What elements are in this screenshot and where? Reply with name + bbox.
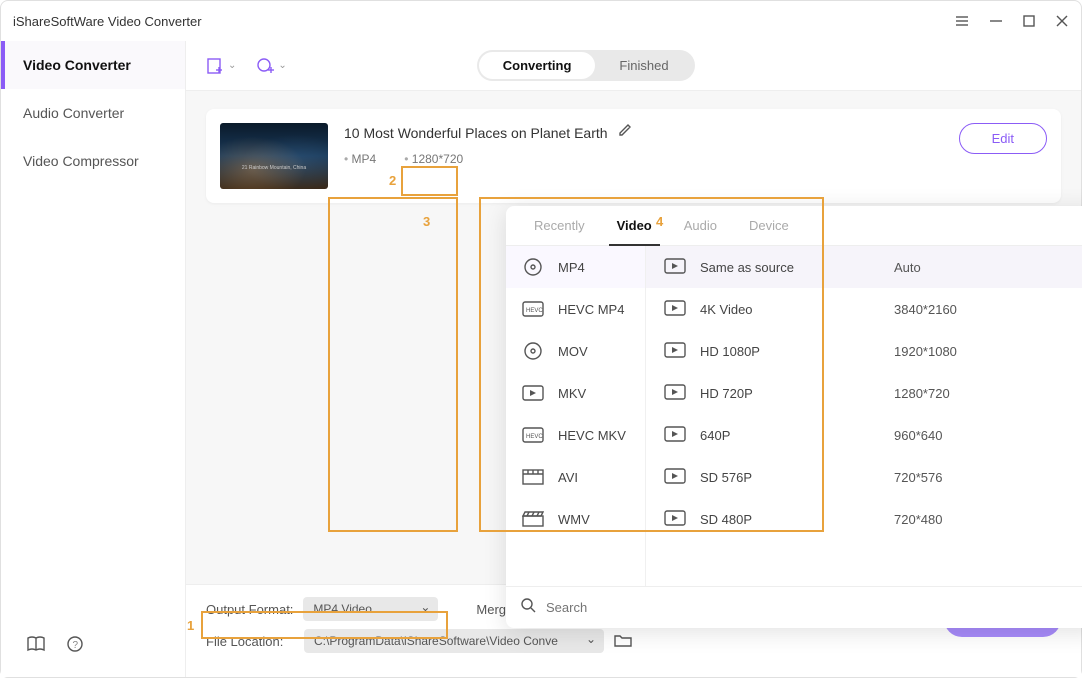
tab-audio[interactable]: Audio [668, 206, 733, 245]
add-url-button[interactable]: ⌄ [256, 57, 286, 75]
toolbar: ⌄ ⌄ Converting Finished [186, 41, 1081, 91]
file-resolution: 1280*720 [404, 152, 463, 166]
chevron-down-icon: ⌄ [228, 60, 236, 71]
sidebar-item-label: Video Compressor [23, 153, 139, 169]
format-item-hevc-mp4[interactable]: HEVCHEVC MP4 [506, 288, 645, 330]
hevc-icon: HEVC [522, 300, 544, 318]
search-input[interactable] [546, 600, 1082, 615]
tab-device[interactable]: Device [733, 206, 805, 245]
chevron-down-icon: ⌄ [278, 60, 286, 71]
close-icon[interactable] [1055, 14, 1069, 28]
callout-num-4: 4 [656, 214, 663, 229]
clapper-icon [522, 510, 544, 528]
sidebar-item-label: Video Converter [23, 57, 131, 73]
callout-num-2: 2 [389, 173, 396, 188]
file-title: 10 Most Wonderful Places on Planet Earth [344, 125, 608, 141]
svg-text:?: ? [73, 640, 79, 651]
format-list[interactable]: MP4 HEVCHEVC MP4 MOV MKV HEVCHEVC MKV AV… [506, 246, 646, 586]
format-search [506, 586, 1082, 628]
sidebar-item-audio-converter[interactable]: Audio Converter [1, 89, 185, 137]
sidebar: Video Converter Audio Converter Video Co… [1, 41, 186, 677]
rename-icon[interactable] [618, 123, 632, 142]
window-controls [955, 14, 1069, 28]
status-segmented: Converting Finished [477, 50, 695, 81]
book-icon[interactable] [27, 636, 45, 657]
hevc-icon: HEVC [522, 426, 544, 444]
video-icon [664, 300, 686, 318]
minimize-icon[interactable] [989, 14, 1003, 28]
video-icon [522, 384, 544, 402]
search-icon [520, 597, 536, 618]
output-format-label: Output Format: [206, 602, 293, 617]
svg-text:HEVC: HEVC [526, 434, 543, 440]
footer-icons: ? [27, 636, 83, 657]
resolution-item[interactable]: HD 720P1280*720 [646, 372, 1082, 414]
disc-icon [522, 342, 544, 360]
format-tabs: Recently Video Audio Device [506, 206, 1082, 246]
format-item-mov[interactable]: MOV [506, 330, 645, 372]
format-item-mp4[interactable]: MP4 [506, 246, 645, 288]
video-icon [664, 258, 686, 276]
format-item-wmv[interactable]: WMV [506, 498, 645, 540]
video-icon [664, 468, 686, 486]
tab-recently[interactable]: Recently [518, 206, 601, 245]
file-card: 21 Rainbow Mountain, China 10 Most Wonde… [206, 109, 1061, 203]
callout-num-3: 3 [423, 214, 430, 229]
app-title: iShareSoftWare Video Converter [13, 14, 202, 29]
file-info: 10 Most Wonderful Places on Planet Earth… [344, 123, 943, 166]
sidebar-item-video-converter[interactable]: Video Converter [1, 41, 185, 89]
file-location-select[interactable]: C:\ProgramData\iShareSoftware\Video Conv… [304, 629, 604, 653]
format-item-mkv[interactable]: MKV [506, 372, 645, 414]
format-item-avi[interactable]: AVI [506, 456, 645, 498]
resolution-item[interactable]: 640P960*640 [646, 414, 1082, 456]
edit-button[interactable]: Edit [959, 123, 1047, 154]
film-icon [522, 468, 544, 486]
video-icon [664, 510, 686, 528]
disc-icon [522, 258, 544, 276]
resolution-item[interactable]: SD 576P720*576 [646, 456, 1082, 498]
maximize-icon[interactable] [1023, 15, 1035, 27]
file-thumbnail[interactable]: 21 Rainbow Mountain, China [220, 123, 328, 189]
segment-finished[interactable]: Finished [595, 52, 692, 79]
resolution-item[interactable]: Same as sourceAuto [646, 246, 1082, 288]
resolution-item[interactable]: HD 1080P1920*1080 [646, 330, 1082, 372]
callout-num-1: 1 [187, 618, 194, 633]
file-location-label: File Location: [206, 634, 294, 649]
sidebar-item-video-compressor[interactable]: Video Compressor [1, 137, 185, 185]
segment-converting[interactable]: Converting [479, 52, 596, 79]
menu-icon[interactable] [955, 14, 969, 28]
svg-text:HEVC: HEVC [526, 308, 543, 314]
titlebar: iShareSoftWare Video Converter [1, 1, 1081, 41]
resolution-item[interactable]: 4K Video3840*2160 [646, 288, 1082, 330]
video-icon [664, 426, 686, 444]
sidebar-item-label: Audio Converter [23, 105, 124, 121]
format-dropdown-panel: Recently Video Audio Device MP4 HEVCHEVC… [506, 206, 1082, 628]
resolution-item[interactable]: SD 480P720*480 [646, 498, 1082, 540]
help-icon[interactable]: ? [67, 636, 83, 657]
file-format: MP4 [344, 152, 376, 166]
folder-icon[interactable] [614, 633, 632, 650]
format-item-hevc-mkv[interactable]: HEVCHEVC MKV [506, 414, 645, 456]
add-file-button[interactable]: ⌄ [206, 57, 236, 75]
video-icon [664, 342, 686, 360]
main-panel: ⌄ ⌄ Converting Finished 21 Rainbow Mount… [186, 41, 1081, 677]
video-icon [664, 384, 686, 402]
resolution-list[interactable]: Same as sourceAuto 4K Video3840*2160 HD … [646, 246, 1082, 586]
output-format-select[interactable]: MP4 Video [303, 597, 438, 621]
